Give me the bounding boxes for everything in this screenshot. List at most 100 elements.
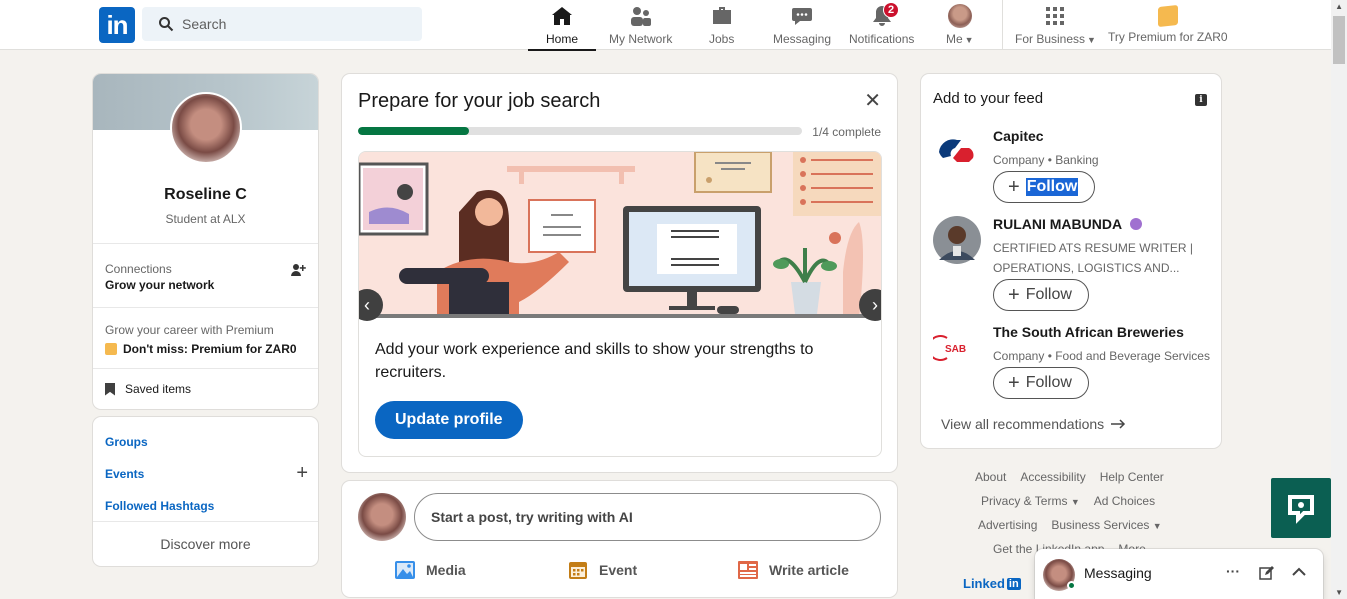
nav-notifications[interactable]: 2 Notifications bbox=[849, 2, 914, 50]
follow-button[interactable]: + Follow bbox=[993, 367, 1089, 399]
online-status-icon bbox=[1067, 581, 1076, 590]
recommendation-name[interactable]: RULANI MABUNDA bbox=[993, 216, 1143, 232]
scrollbar-thumb[interactable] bbox=[1333, 16, 1345, 64]
chevron-up-icon[interactable] bbox=[1291, 566, 1307, 578]
nav-label: For Business bbox=[1015, 32, 1086, 46]
recommendation-name[interactable]: Capitec bbox=[993, 128, 1044, 144]
footer-link-about[interactable]: About bbox=[975, 470, 1006, 484]
progress-fill bbox=[358, 127, 469, 135]
recommendation-name[interactable]: The South African Breweries bbox=[993, 324, 1184, 340]
avatar bbox=[947, 4, 972, 28]
nav-jobs[interactable]: Jobs bbox=[709, 4, 734, 50]
profile-card: Roseline C Student at ALX Connections Gr… bbox=[93, 74, 318, 409]
nav-label: Me bbox=[946, 32, 963, 46]
nav-label: Try Premium for ZAR0 bbox=[1108, 30, 1228, 44]
connections-label[interactable]: Connections bbox=[105, 262, 172, 276]
sab-logo[interactable]: SAB bbox=[933, 324, 981, 372]
divider bbox=[93, 307, 318, 308]
avatar[interactable] bbox=[358, 493, 406, 541]
search-input[interactable] bbox=[182, 16, 412, 32]
job-illustration bbox=[359, 152, 881, 318]
job-card-title: Prepare for your job search bbox=[358, 90, 601, 112]
premium-icon bbox=[1157, 4, 1178, 28]
groups-link[interactable]: Groups bbox=[105, 435, 148, 449]
compose-icon[interactable] bbox=[1259, 565, 1275, 581]
profile-avatar[interactable] bbox=[170, 92, 242, 164]
close-icon[interactable]: ✕ bbox=[864, 88, 881, 113]
hashtags-link[interactable]: Followed Hashtags bbox=[105, 499, 214, 513]
chevron-down-icon: ▼ bbox=[964, 35, 974, 45]
update-profile-button[interactable]: Update profile bbox=[375, 401, 523, 439]
footer-linkedin-logo: Linked in bbox=[963, 576, 1021, 591]
job-card-description: Add your work experience and skills to s… bbox=[375, 341, 814, 381]
nav-label: Home bbox=[546, 32, 579, 46]
feed-card-title: Add to your feed bbox=[933, 90, 1044, 107]
floating-help-widget[interactable] bbox=[1271, 478, 1331, 538]
page-scrollbar[interactable]: ▲ ▼ bbox=[1331, 0, 1347, 599]
scroll-up-icon[interactable]: ▲ bbox=[1335, 2, 1343, 11]
nav-label: My Network bbox=[609, 32, 673, 46]
progress-text: 1/4 complete bbox=[812, 125, 881, 139]
follow-label: Follow bbox=[1025, 178, 1079, 196]
premium-label[interactable]: Grow your career with Premium bbox=[105, 323, 274, 337]
messaging-overlay[interactable]: Messaging ··· bbox=[1035, 549, 1323, 599]
nav-try-premium[interactable]: Try Premium for ZAR0 bbox=[1108, 4, 1228, 50]
footer-row: About Accessibility Help Center bbox=[975, 470, 1164, 484]
connections-sub[interactable]: Grow your network bbox=[105, 278, 214, 292]
footer-link-advertising[interactable]: Advertising bbox=[978, 518, 1037, 532]
event-label: Event bbox=[599, 562, 638, 578]
chat-icon bbox=[792, 8, 813, 25]
nav-me[interactable]: Me ▼ bbox=[946, 4, 974, 50]
article-label: Write article bbox=[769, 562, 849, 578]
follow-button[interactable]: + Follow bbox=[993, 279, 1089, 311]
footer-row: Advertising Business Services ▼ bbox=[978, 518, 1162, 532]
add-event-icon[interactable]: + bbox=[296, 463, 308, 483]
capitec-logo[interactable] bbox=[933, 128, 981, 176]
job-search-illustration bbox=[359, 152, 881, 318]
footer-link-business-services[interactable]: Business Services ▼ bbox=[1051, 518, 1161, 532]
plus-icon: + bbox=[1008, 284, 1020, 306]
follow-button[interactable]: + Follow bbox=[993, 171, 1096, 203]
media-button[interactable]: Media bbox=[394, 559, 466, 581]
chat-bubble-icon bbox=[1288, 495, 1314, 524]
profile-name[interactable]: Roseline C bbox=[93, 186, 318, 204]
divider bbox=[93, 243, 318, 244]
follow-label: Follow bbox=[1025, 374, 1072, 391]
messaging-label: Messaging bbox=[1084, 565, 1152, 581]
more-options-icon[interactable]: ··· bbox=[1226, 563, 1240, 579]
progress-bar bbox=[358, 127, 802, 135]
media-label: Media bbox=[426, 562, 466, 578]
nav-messaging[interactable]: Messaging bbox=[773, 4, 831, 50]
arrow-right-icon bbox=[1111, 419, 1126, 429]
job-search-card: Prepare for your job search ✕ 1/4 comple… bbox=[342, 74, 897, 472]
footer-link-privacy[interactable]: Privacy & Terms ▼ bbox=[981, 494, 1080, 508]
info-icon[interactable]: i bbox=[1195, 94, 1207, 106]
start-post-input[interactable] bbox=[414, 493, 881, 541]
premium-icon bbox=[105, 343, 117, 355]
discover-more-button[interactable]: Discover more bbox=[93, 521, 318, 566]
top-nav-bar: in Home My Network Jobs Messaging 2 Noti… bbox=[0, 0, 1331, 51]
network-icon bbox=[630, 7, 651, 26]
footer-link-help-center[interactable]: Help Center bbox=[1100, 470, 1164, 484]
home-icon bbox=[552, 7, 572, 25]
scroll-down-icon[interactable]: ▼ bbox=[1335, 588, 1343, 597]
nav-for-business[interactable]: For Business ▼ bbox=[1015, 4, 1096, 50]
saved-items-link[interactable]: Saved items bbox=[105, 382, 191, 396]
premium-link[interactable]: Don't miss: Premium for ZAR0 bbox=[105, 342, 297, 356]
write-article-button[interactable]: Write article bbox=[737, 559, 849, 581]
footer-link-accessibility[interactable]: Accessibility bbox=[1020, 470, 1085, 484]
avatar[interactable] bbox=[933, 216, 981, 264]
event-button[interactable]: Event bbox=[567, 559, 637, 581]
nav-my-network[interactable]: My Network bbox=[609, 4, 672, 50]
view-all-recommendations-link[interactable]: View all recommendations bbox=[941, 416, 1126, 432]
calendar-icon bbox=[569, 562, 587, 579]
chevron-down-icon: ▼ bbox=[1087, 35, 1096, 45]
plus-icon: + bbox=[1008, 372, 1020, 394]
events-link[interactable]: Events bbox=[105, 467, 144, 481]
linkedin-logo[interactable]: in bbox=[99, 7, 135, 43]
search-box[interactable] bbox=[142, 7, 422, 41]
add-connection-icon[interactable] bbox=[290, 262, 306, 278]
nav-home[interactable]: Home bbox=[527, 4, 597, 51]
footer-link-ad-choices[interactable]: Ad Choices bbox=[1094, 494, 1155, 508]
image-icon bbox=[395, 561, 415, 579]
